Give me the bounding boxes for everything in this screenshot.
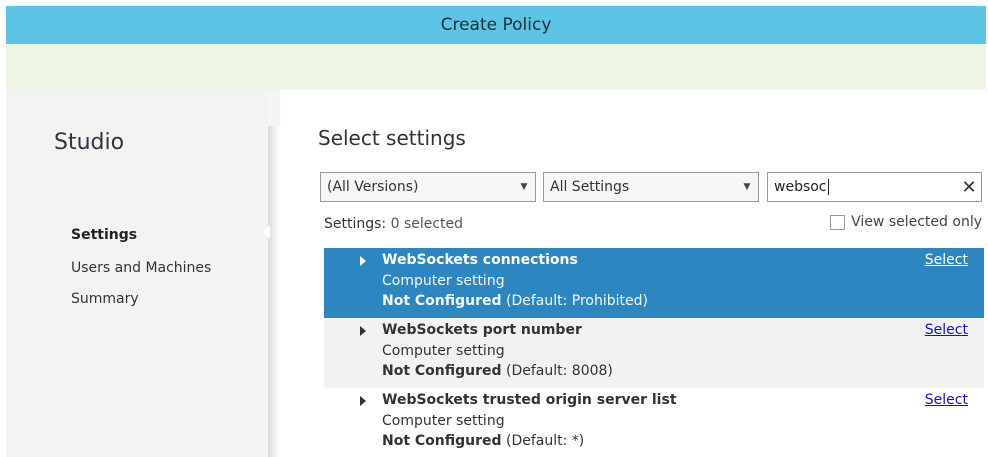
window-title: Create Policy (440, 15, 552, 35)
chevron-down-icon: ▼ (743, 182, 751, 192)
view-selected-only-toggle[interactable]: View selected only (830, 214, 982, 230)
select-link[interactable]: Select (925, 252, 968, 268)
sidebar-title: Studio (54, 130, 125, 155)
settings-selected-count: Settings: 0 selected (324, 216, 463, 232)
wizard-sidebar: Studio Settings Users and Machines Summa… (6, 90, 268, 457)
search-input[interactable]: websoc ✕ (767, 172, 982, 202)
category-dropdown[interactable]: All Settings ▼ (543, 172, 759, 202)
expand-arrow-icon[interactable] (360, 326, 366, 336)
select-link[interactable]: Select (925, 322, 968, 338)
setting-scope: Computer setting (382, 343, 505, 359)
version-dropdown[interactable]: (All Versions) ▼ (320, 172, 536, 202)
setting-state: Not Configured (Default: Prohibited) (382, 293, 648, 309)
sidebar-item-settings[interactable]: Settings (71, 227, 137, 243)
category-dropdown-value: All Settings (550, 179, 630, 195)
header-banner (6, 44, 986, 90)
select-link[interactable]: Select (925, 392, 968, 408)
sidebar-item-summary[interactable]: Summary (71, 291, 139, 307)
settings-row-websockets-trusted-origin-server-list[interactable]: WebSockets trusted origin server list Co… (324, 388, 984, 457)
page-title: Select settings (318, 126, 466, 150)
settings-row-websockets-connections[interactable]: WebSockets connections Computer setting … (324, 248, 984, 318)
text-cursor (827, 179, 829, 195)
setting-scope: Computer setting (382, 273, 505, 289)
chevron-down-icon: ▼ (520, 182, 528, 192)
setting-name: WebSockets connections (382, 252, 578, 268)
settings-row-websockets-port-number[interactable]: WebSockets port number Computer setting … (324, 318, 984, 388)
active-step-indicator (262, 225, 270, 239)
settings-count-value: 0 selected (390, 216, 464, 232)
main-content: Select settings (All Versions) ▼ All Set… (280, 90, 986, 457)
close-icon[interactable]: ✕ (957, 177, 981, 198)
view-selected-only-label: View selected only (851, 214, 982, 230)
setting-name: WebSockets trusted origin server list (382, 392, 677, 408)
setting-scope: Computer setting (382, 413, 505, 429)
settings-list: WebSockets connections Computer setting … (324, 248, 984, 457)
setting-state: Not Configured (Default: 8008) (382, 363, 613, 379)
panel-divider (268, 126, 280, 457)
settings-count-label: Settings: (324, 216, 387, 232)
sidebar-item-users-and-machines[interactable]: Users and Machines (71, 260, 211, 276)
search-input-value: websoc (774, 179, 829, 195)
view-selected-only-checkbox[interactable] (830, 214, 846, 230)
setting-name: WebSockets port number (382, 322, 582, 338)
expand-arrow-icon[interactable] (360, 256, 366, 266)
create-policy-window: Create Policy Studio Settings Users and … (6, 6, 986, 457)
version-dropdown-value: (All Versions) (327, 179, 419, 195)
window-titlebar: Create Policy (6, 6, 986, 44)
expand-arrow-icon[interactable] (360, 396, 366, 406)
setting-state: Not Configured (Default: *) (382, 433, 585, 449)
